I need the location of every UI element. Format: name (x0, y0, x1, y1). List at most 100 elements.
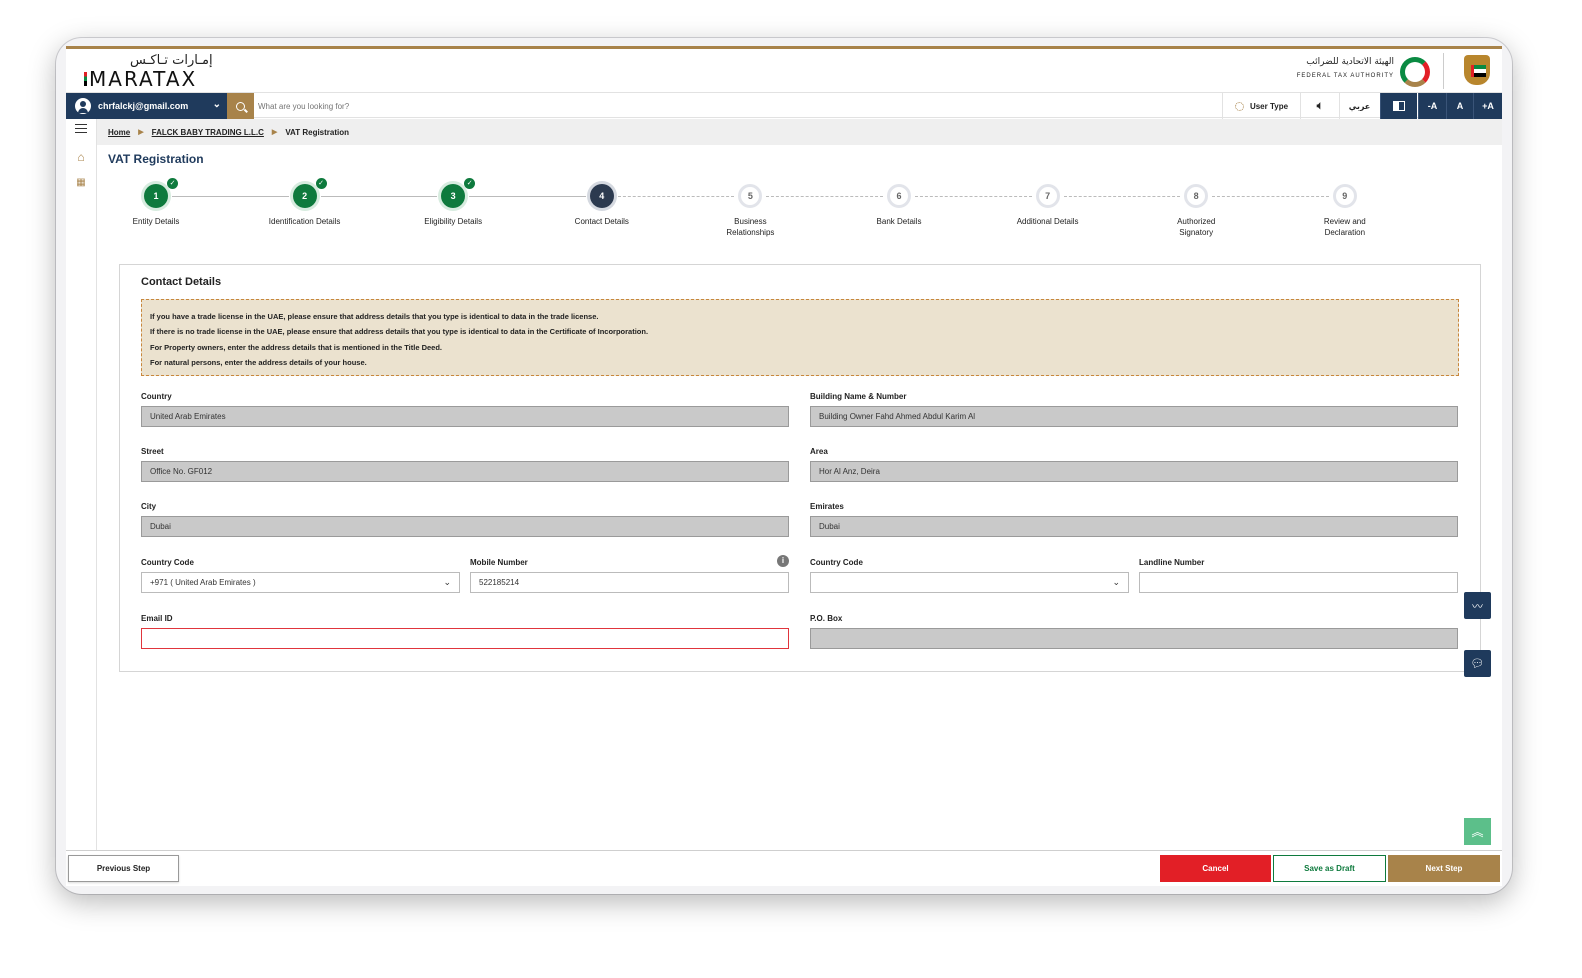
step-number-circle: 6 (887, 184, 911, 208)
email-field: Email ID (141, 614, 789, 649)
breadcrumb-current: VAT Registration (285, 127, 350, 137)
signature-icon[interactable]: 〰 (1464, 592, 1491, 619)
landline-number-field: Landline Number (1139, 558, 1458, 593)
step-number-circle: 3 (441, 184, 466, 208)
step-number-circle: 4 (589, 184, 614, 208)
step-label: Bank Details (876, 217, 922, 226)
landline-number-input[interactable] (1139, 572, 1458, 593)
step-label: Authorized Signatory (1177, 217, 1216, 237)
section-title: Contact Details (141, 276, 222, 288)
step-5[interactable]: 5 Business Relationships (690, 184, 810, 238)
cancel-button[interactable]: Cancel (1160, 855, 1271, 882)
city-label: City (141, 502, 157, 511)
step-label: Eligibility Details (424, 217, 483, 226)
breadcrumb: Home ▶ FALCK BABY TRADING L.L.C ▶ VAT Re… (97, 119, 1502, 145)
mobile-country-code-field: Country Code +971 ( United Arab Emirates… (141, 558, 460, 593)
user-type-button[interactable]: User Type (1222, 93, 1300, 119)
step-6[interactable]: 6 Bank Details (839, 184, 959, 227)
step-4[interactable]: 4 Contact Details (542, 184, 662, 227)
fta-logo: الهيئة الاتحادية للضرائب FEDERAL TAX AUT… (1297, 57, 1430, 87)
info-icon[interactable]: i (777, 555, 789, 567)
step-label: Identification Details (268, 217, 341, 226)
landline-country-code-label: Country Code (810, 558, 863, 567)
mobile-number-label: Mobile Number (470, 558, 528, 567)
step-1[interactable]: 1 ✓ Entity Details (96, 178, 216, 227)
landline-country-code-field: Country Code ⌄ (810, 558, 1129, 593)
arabic-language-button[interactable]: عربي (1339, 93, 1379, 119)
font-increase-button[interactable]: +A (1473, 93, 1502, 119)
step-number-circle: 1 (144, 184, 168, 208)
search-icon (236, 101, 245, 111)
area-input: Hor Al Anz, Deira (810, 461, 1458, 482)
po-box-label: P.O. Box (810, 614, 843, 623)
home-icon[interactable]: ⌂ (74, 150, 88, 164)
step-number-circle: 2 (292, 184, 317, 208)
scroll-to-top-icon[interactable]: ︽ (1464, 818, 1491, 845)
step-number-circle: 8 (1184, 184, 1209, 208)
city-field: City Dubai (141, 502, 789, 537)
top-header: إمـارات تـاكـس MARATAX الهيئة الاتحادية … (66, 49, 1502, 92)
area-label: Area (810, 447, 828, 456)
building-input: Building Owner Fahd Ahmed Abdul Karim Al (810, 406, 1458, 427)
building-field: Building Name & Number Building Owner Fa… (810, 392, 1458, 427)
app-screen: إمـارات تـاكـس MARATAX الهيئة الاتحادية … (66, 46, 1502, 886)
fta-arabic-name: الهيئة الاتحادية للضرائب (1306, 57, 1394, 67)
step-3[interactable]: 3 ✓ Eligibility Details (393, 178, 513, 227)
font-decrease-button[interactable]: -A (1418, 93, 1446, 119)
email-input[interactable] (141, 628, 789, 649)
progress-stepper: 1 ✓ Entity Details 2 ✓ Identification Details… (96, 178, 1502, 244)
step-label: Review and Declaration (1323, 217, 1366, 237)
country-input: United Arab Emirates (141, 406, 789, 427)
landline-country-code-select[interactable]: ⌄ (810, 572, 1129, 593)
chevron-down-icon: ⌄ (212, 99, 221, 110)
user-avatar-icon (75, 98, 91, 114)
po-box-field: P.O. Box (810, 614, 1458, 649)
contact-details-card: Contact Details If you have a trade lice… (119, 264, 1481, 672)
step-2[interactable]: 2 ✓ Identification Details (245, 178, 365, 227)
page-title: VAT Registration (108, 152, 204, 166)
gear-icon (1234, 101, 1244, 111)
check-icon: ✓ (464, 178, 476, 189)
breadcrumb-home-link[interactable]: Home (108, 128, 130, 137)
chevron-down-icon: ⌄ (1112, 577, 1120, 587)
search-button[interactable] (227, 93, 254, 119)
email-label: Email ID (141, 614, 173, 623)
country-field: Country United Arab Emirates (141, 392, 789, 427)
step-9[interactable]: 9 Review and Declaration (1285, 184, 1405, 238)
speaker-button[interactable]: 🔈︎ (1300, 93, 1339, 119)
font-reset-button[interactable]: A (1446, 93, 1473, 119)
breadcrumb-company-link[interactable]: FALCK BABY TRADING L.L.C (152, 128, 264, 137)
country-label: Country (141, 392, 172, 401)
contrast-icon (1393, 101, 1405, 111)
step-8[interactable]: 8 Authorized Signatory (1136, 184, 1256, 238)
user-menu[interactable]: chrfalckj@gmail.com ⌄ (66, 93, 227, 119)
hamburger-menu-icon[interactable] (75, 124, 87, 133)
footer-actions: Previous Step Cancel Save as Draft Next … (66, 850, 1502, 886)
toolbar: chrfalckj@gmail.com ⌄ User Type 🔈︎ عربي … (66, 92, 1502, 119)
previous-step-button[interactable]: Previous Step (68, 855, 179, 882)
emirates-label: Emirates (810, 502, 844, 511)
step-label: Entity Details (132, 217, 180, 226)
logo-flag-mark (84, 72, 87, 86)
next-step-button[interactable]: Next Step (1388, 855, 1500, 882)
speaker-icon: 🔈︎ (1316, 99, 1324, 112)
step-7[interactable]: 7 Additional Details (988, 184, 1108, 227)
building-label: Building Name & Number (810, 392, 907, 401)
street-input: Office No. GF012 (141, 461, 789, 482)
mobile-number-input[interactable]: 522185214 (470, 572, 789, 593)
mobile-country-code-value: +971 ( United Arab Emirates ) (150, 578, 256, 587)
search-input[interactable] (258, 97, 1158, 115)
mobile-country-code-select[interactable]: +971 ( United Arab Emirates ) ⌄ (141, 572, 460, 593)
mobile-country-code-label: Country Code (141, 558, 194, 567)
apps-grid-icon[interactable]: ▦ (74, 176, 88, 190)
city-input: Dubai (141, 516, 789, 537)
step-number-circle: 7 (1035, 184, 1060, 208)
chevron-down-icon: ⌄ (443, 577, 451, 587)
contrast-toggle-button[interactable] (1380, 93, 1417, 119)
breadcrumb-separator-icon: ▶ (271, 129, 278, 136)
chat-icon[interactable]: 💬︎ (1464, 650, 1491, 677)
save-draft-button[interactable]: Save as Draft (1273, 855, 1386, 882)
emirates-input: Dubai (810, 516, 1458, 537)
uae-emblem-icon (1464, 55, 1490, 85)
landline-number-label: Landline Number (1139, 558, 1205, 567)
